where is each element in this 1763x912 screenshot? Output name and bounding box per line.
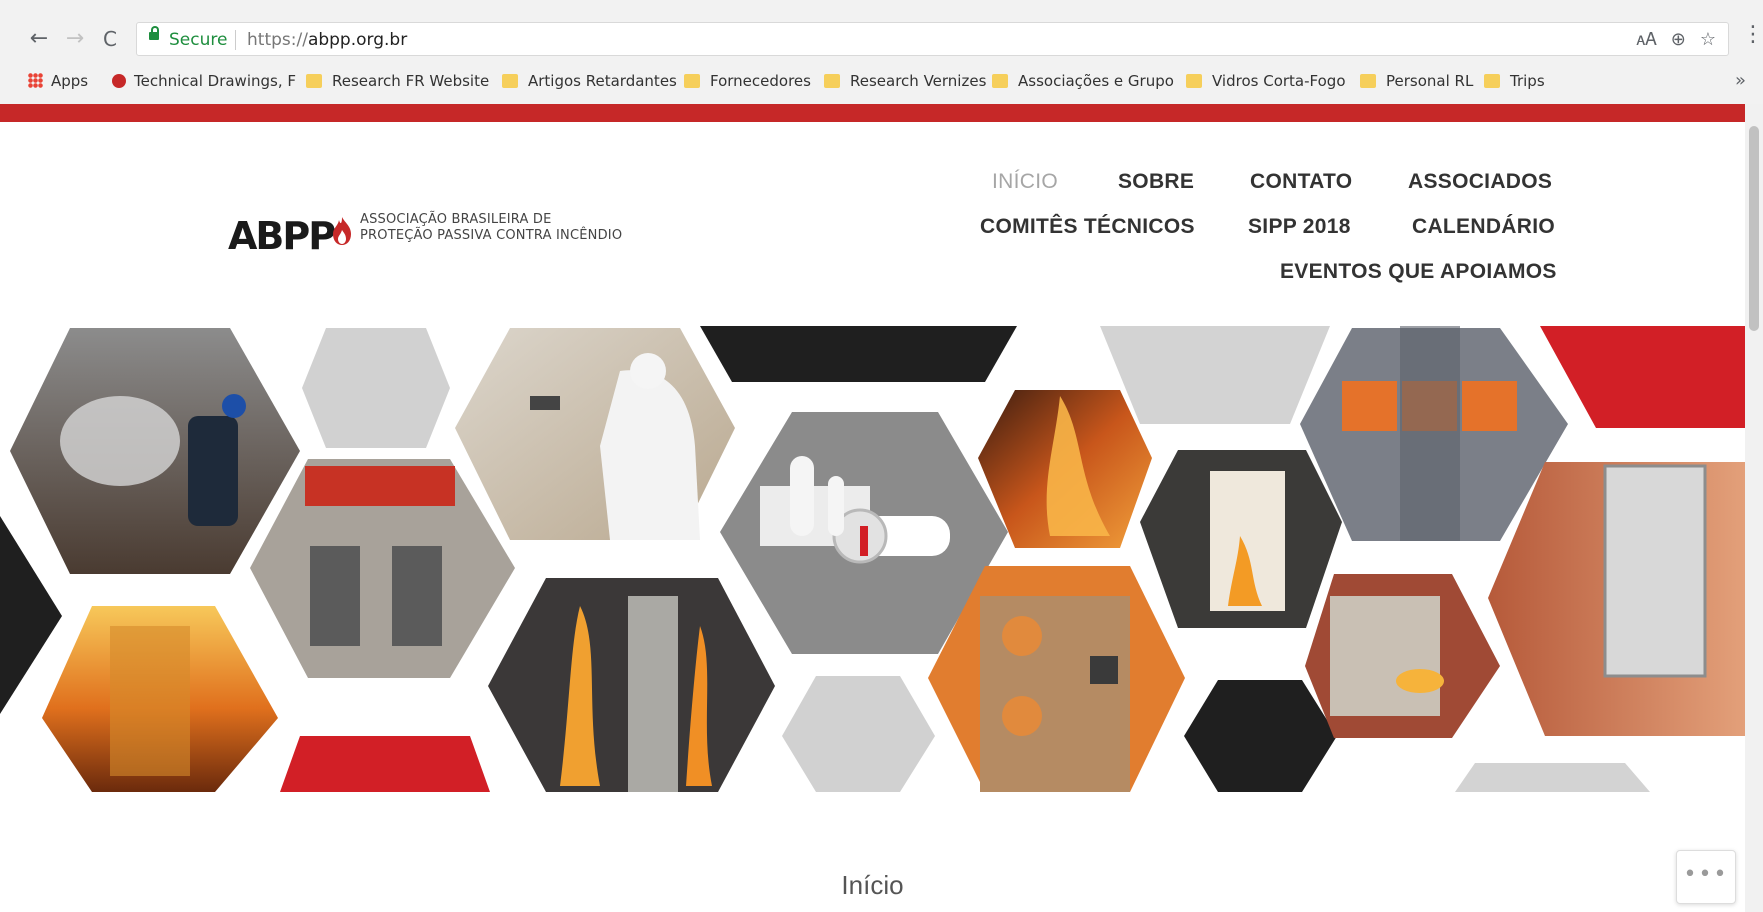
reload-button[interactable]: C: [97, 26, 123, 52]
scrollbar-thumb[interactable]: [1749, 126, 1759, 331]
bookmark-technical-drawings[interactable]: Technical Drawings, F: [112, 72, 296, 90]
folder-icon: [306, 74, 322, 88]
decor-wedge-black: [0, 516, 62, 714]
bookmark-label: Research FR Website: [332, 72, 490, 90]
page-title: Início: [841, 870, 904, 900]
bookmark-fornecedores[interactable]: Fornecedores: [684, 72, 811, 90]
bookmark-label: Fornecedores: [710, 72, 811, 90]
logo-mark: ABPP: [228, 214, 336, 258]
folder-icon: [1360, 74, 1376, 88]
secure-label: Secure: [169, 30, 228, 50]
photo-hex-glass-partition: [42, 606, 278, 792]
photo-hex-spray-application: [455, 328, 735, 540]
top-accent-bar: [0, 104, 1745, 122]
nav-calendario[interactable]: CALENDÁRIO: [1412, 215, 1555, 239]
logo-line-1: ASSOCIAÇÃO BRASILEIRA DE: [360, 212, 552, 227]
hero-hexagon-collage: [0, 326, 1745, 792]
photo-hex-large-wall-test: [1488, 462, 1745, 736]
folder-icon: [1484, 74, 1500, 88]
bookmark-label: Artigos Retardantes: [528, 72, 677, 90]
logo-line-2: PROTEÇÃO PASSIVA CONTRA INCÊNDIO: [360, 228, 623, 243]
nav-sobre[interactable]: SOBRE: [1118, 170, 1194, 194]
bookmark-label: Trips: [1510, 72, 1545, 90]
nav-contato[interactable]: CONTATO: [1250, 170, 1352, 194]
bookmark-label: Vidros Corta-Fogo: [1212, 72, 1346, 90]
photo-hex-furnace-door-test: [1140, 450, 1342, 628]
forward-button[interactable]: →: [62, 26, 88, 52]
flame-icon: [333, 217, 351, 245]
photo-hex-furnace-glass: [978, 390, 1152, 548]
decor-hex-black: [1184, 680, 1337, 792]
url-text: https://abpp.org.br: [247, 30, 407, 50]
address-bar[interactable]: Secure https://abpp.org.br 🗚 ⊕ ☆: [136, 22, 1729, 56]
nav-eventos-que-apoiamos[interactable]: EVENTOS QUE APOIAMOS: [1280, 260, 1557, 284]
photo-hex-fire-curtain: [488, 578, 775, 792]
nav-comites-tecnicos[interactable]: COMITÊS TÉCNICOS: [980, 215, 1195, 239]
back-button[interactable]: ←: [26, 26, 52, 52]
bookmark-label: Apps: [51, 72, 89, 90]
bookmarks-bar: Apps Technical Drawings, F Research FR W…: [0, 62, 1763, 98]
bookmark-label: Research Vernizes: [850, 72, 987, 90]
photo-hex-firestop-penetrations: [250, 459, 515, 678]
decor-hex-gray: [302, 328, 450, 448]
omnibox-icons: 🗚 ⊕ ☆: [1622, 29, 1716, 50]
star-icon[interactable]: ☆: [1700, 29, 1716, 50]
bookmark-vidros[interactable]: Vidros Corta-Fogo: [1186, 72, 1346, 90]
translate-icon[interactable]: 🗚: [1636, 29, 1656, 50]
site-favicon: [112, 74, 126, 88]
bookmark-label: Personal RL: [1386, 72, 1474, 90]
bookmark-label: Technical Drawings, F: [134, 72, 296, 90]
url-protocol: https://: [247, 30, 308, 50]
bookmark-label: Associações e Grupo: [1018, 72, 1174, 90]
browser-menu-icon[interactable]: ⋮: [1742, 22, 1763, 47]
nav-associados[interactable]: ASSOCIADOS: [1408, 170, 1552, 194]
decor-band-red-bottom: [280, 736, 490, 792]
lock-icon: [149, 26, 159, 40]
bookmark-personal[interactable]: Personal RL: [1360, 72, 1473, 90]
browser-chrome: ← → C Secure https://abpp.org.br 🗚 ⊕ ☆ ⋮ A…: [0, 0, 1763, 104]
decor-hex-gray-bottom: [782, 676, 935, 792]
decor-band-gray: [1100, 326, 1330, 424]
address-bar-row: ← → C Secure https://abpp.org.br 🗚 ⊕ ☆ ⋮: [0, 18, 1763, 62]
url-host: abpp.org.br: [307, 30, 408, 50]
zoom-icon[interactable]: ⊕: [1671, 29, 1686, 50]
folder-icon: [824, 74, 840, 88]
bookmark-associacoes[interactable]: Associações e Grupo: [992, 72, 1174, 90]
folder-icon: [1186, 74, 1202, 88]
decor-band-black: [700, 326, 1017, 382]
photo-hex-furnace-brick: [1305, 574, 1500, 738]
nav-inicio[interactable]: INÍCIO: [992, 170, 1058, 194]
bookmark-trips[interactable]: Trips: [1484, 72, 1545, 90]
decor-band-red: [1540, 326, 1745, 428]
bookmark-research-vernizes[interactable]: Research Vernizes: [824, 72, 986, 90]
bookmarks-overflow-icon[interactable]: »: [1735, 70, 1746, 91]
folder-icon: [502, 74, 518, 88]
folder-icon: [684, 74, 700, 88]
url-separator: [235, 30, 236, 50]
logo-tagline: ASSOCIAÇÃO BRASILEIRA DE PROTEÇÃO PASSIV…: [360, 212, 622, 244]
bookmark-research-fr[interactable]: Research FR Website: [306, 72, 489, 90]
decor-band-gray-bottom: [1455, 763, 1650, 792]
nav-sipp-2018[interactable]: SIPP 2018: [1248, 215, 1351, 239]
bookmark-apps[interactable]: Apps: [28, 72, 88, 90]
bookmark-artigos[interactable]: Artigos Retardantes: [502, 72, 677, 90]
photo-hex-fire-hose-test: [10, 328, 300, 574]
apps-grid-icon: [28, 73, 43, 88]
folder-icon: [992, 74, 1008, 88]
